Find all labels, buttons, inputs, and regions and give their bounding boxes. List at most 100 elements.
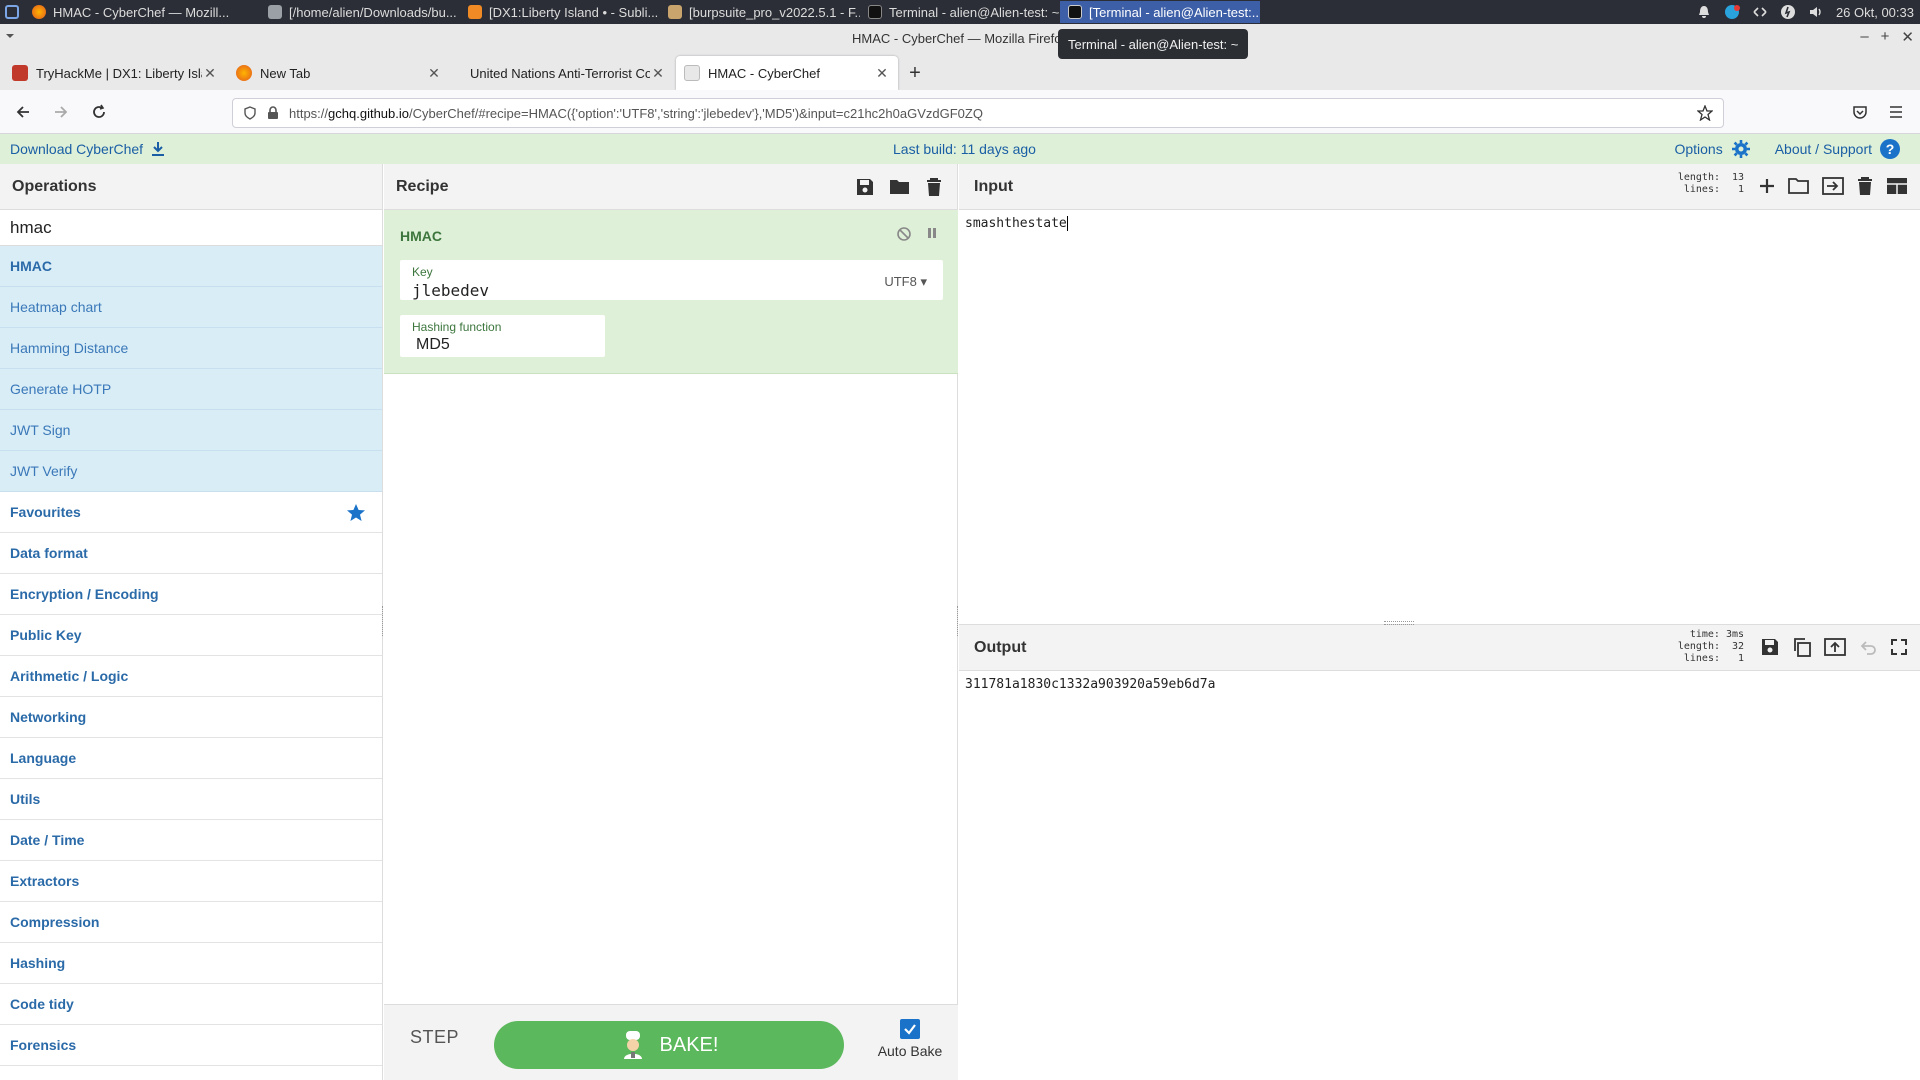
minimize-icon[interactable]: – — [1860, 28, 1868, 46]
key-encoding-dropdown[interactable]: UTF8 ▾ — [884, 274, 927, 290]
category-item[interactable]: Forensics — [0, 1025, 382, 1066]
close-tab-icon[interactable]: ✕ — [874, 65, 890, 82]
save-output-icon[interactable] — [1760, 637, 1780, 657]
bake-button[interactable]: BAKE! — [494, 1021, 844, 1069]
forward-icon[interactable] — [46, 97, 76, 127]
operation-result[interactable]: JWT Sign — [0, 410, 382, 451]
folder-icon — [668, 5, 682, 19]
tab-label: United Nations Anti-Terrorist Coal — [470, 65, 650, 81]
taskbar-task-burp[interactable]: [burpsuite_pro_v2022.5.1 - F... — [660, 1, 860, 23]
options-link[interactable]: Options — [1674, 141, 1722, 157]
category-item[interactable]: Encryption / Encoding — [0, 574, 382, 615]
taskbar-task-terminal[interactable]: Terminal - alien@Alien-test: ~ — [860, 1, 1060, 23]
category-item[interactable]: Networking — [0, 697, 382, 738]
browser-tab[interactable]: TryHackMe | DX1: Liberty Isla ✕ — [4, 56, 226, 90]
operation-title: HMAC — [400, 228, 442, 244]
recipe-operation-hmac[interactable]: HMAC Key jlebedev UTF8 ▾ Hashing functio… — [384, 210, 958, 374]
copy-output-icon[interactable] — [1792, 637, 1812, 657]
app-menu-icon[interactable] — [0, 0, 24, 24]
category-item[interactable]: Data format — [0, 533, 382, 574]
pause-breakpoint-icon[interactable] — [926, 226, 938, 242]
clear-input-trash-icon[interactable] — [1856, 176, 1874, 196]
category-item[interactable]: Compression — [0, 902, 382, 943]
shield-icon[interactable] — [243, 106, 257, 120]
text-editor-icon — [268, 5, 282, 19]
cyberchef-icon — [684, 65, 700, 81]
step-button[interactable]: STEP — [410, 1027, 459, 1048]
category-item[interactable]: Arithmetic / Logic — [0, 656, 382, 697]
network-icon[interactable] — [1752, 4, 1768, 20]
operation-result[interactable]: HMAC — [0, 246, 382, 287]
auto-bake-toggle[interactable]: Auto Bake — [870, 1019, 950, 1059]
browser-navbar: https://gchq.github.io/CyberChef/#recipe… — [0, 90, 1920, 134]
maximise-output-icon[interactable] — [1890, 638, 1908, 656]
url-bar[interactable]: https://gchq.github.io/CyberChef/#recipe… — [232, 98, 1724, 128]
back-icon[interactable] — [8, 97, 38, 127]
bookmark-star-icon[interactable] — [1697, 105, 1713, 121]
open-folder-icon[interactable] — [1788, 176, 1810, 196]
input-textarea[interactable]: smashthestate — [959, 210, 1920, 237]
hashing-function-select[interactable]: Hashing function MD5 — [400, 315, 605, 357]
category-item[interactable]: Extractors — [0, 861, 382, 902]
browser-tab[interactable]: New Tab ✕ — [228, 56, 450, 90]
browser-tab-active[interactable]: HMAC - CyberChef ✕ — [676, 56, 898, 90]
hamburger-menu-icon[interactable] — [1888, 104, 1904, 120]
maximize-icon[interactable]: + — [1881, 28, 1890, 46]
key-value[interactable]: jlebedev — [412, 281, 489, 300]
pocket-icon[interactable] — [1852, 104, 1868, 120]
category-item[interactable]: Hashing — [0, 943, 382, 984]
browser-tab[interactable]: United Nations Anti-Terrorist Coal ✕ — [452, 56, 674, 90]
category-item[interactable]: Code tidy — [0, 984, 382, 1025]
tooltip: Terminal - alien@Alien-test: ~ — [1058, 29, 1249, 59]
load-recipe-folder-icon[interactable] — [889, 177, 911, 197]
close-tab-icon[interactable]: ✕ — [650, 65, 666, 82]
firefox-icon — [236, 65, 252, 81]
operation-result[interactable]: Heatmap chart — [0, 287, 382, 328]
disable-operation-icon[interactable] — [896, 226, 912, 242]
telegram-icon[interactable] — [1724, 4, 1740, 20]
operation-result[interactable]: Generate HOTP — [0, 369, 382, 410]
operations-search-input[interactable]: hmac — [0, 210, 382, 246]
add-input-tab-icon[interactable] — [1758, 177, 1776, 195]
taskbar-task-terminal-active[interactable]: [Terminal - alien@Alien-test:... — [1060, 1, 1260, 23]
clear-recipe-trash-icon[interactable] — [925, 177, 943, 197]
taskbar-task-firefox[interactable]: HMAC - CyberChef — Mozill... — [24, 1, 260, 23]
taskbar-task-files[interactable]: [/home/alien/Downloads/bu... — [260, 1, 460, 23]
help-icon[interactable]: ? — [1880, 139, 1900, 159]
open-file-icon[interactable] — [1822, 176, 1844, 196]
category-item[interactable]: Language — [0, 738, 382, 779]
clock[interactable]: 26 Okt, 00:33 — [1836, 5, 1914, 20]
stat-label: length: — [1677, 641, 1720, 652]
close-icon[interactable]: ✕ — [1901, 28, 1914, 46]
save-recipe-icon[interactable] — [855, 177, 875, 197]
volume-icon[interactable] — [1808, 4, 1824, 20]
taskbar-task-sublime[interactable]: [DX1:Liberty Island • - Subli... — [460, 1, 660, 23]
close-tab-icon[interactable]: ✕ — [426, 65, 442, 82]
reload-icon[interactable] — [84, 97, 114, 127]
auto-bake-checkbox[interactable] — [900, 1019, 920, 1039]
key-field[interactable]: Key jlebedev UTF8 ▾ — [400, 260, 943, 300]
new-tab-button[interactable]: + — [900, 56, 930, 90]
replace-input-icon[interactable] — [1824, 637, 1846, 657]
bell-icon[interactable] — [1696, 4, 1712, 20]
operation-result[interactable]: Hamming Distance — [0, 328, 382, 369]
close-tab-icon[interactable]: ✕ — [202, 65, 218, 82]
category-favourites[interactable]: Favourites — [0, 492, 382, 533]
download-label: Download CyberChef — [10, 141, 144, 157]
stat-label: length: — [1677, 172, 1720, 183]
download-cyberchef-link[interactable]: Download CyberChef — [10, 141, 165, 157]
category-item[interactable]: Public Key — [0, 615, 382, 656]
about-support-link[interactable]: About / Support — [1775, 141, 1872, 157]
category-item[interactable]: Utils — [0, 779, 382, 820]
operation-result[interactable]: JWT Verify — [0, 451, 382, 492]
output-length: 32 — [1731, 641, 1744, 652]
output-textarea[interactable]: 311781a1830c1332a903920a59eb6d7a — [959, 671, 1920, 698]
category-label: Favourites — [10, 504, 81, 520]
undo-icon[interactable] — [1858, 638, 1878, 656]
gear-icon[interactable] — [1731, 139, 1751, 159]
window-menu-icon[interactable] — [4, 30, 16, 42]
reset-layout-icon[interactable] — [1886, 177, 1908, 195]
category-item[interactable]: Date / Time — [0, 820, 382, 861]
lock-icon[interactable] — [267, 106, 279, 120]
power-icon[interactable] — [1780, 4, 1796, 20]
